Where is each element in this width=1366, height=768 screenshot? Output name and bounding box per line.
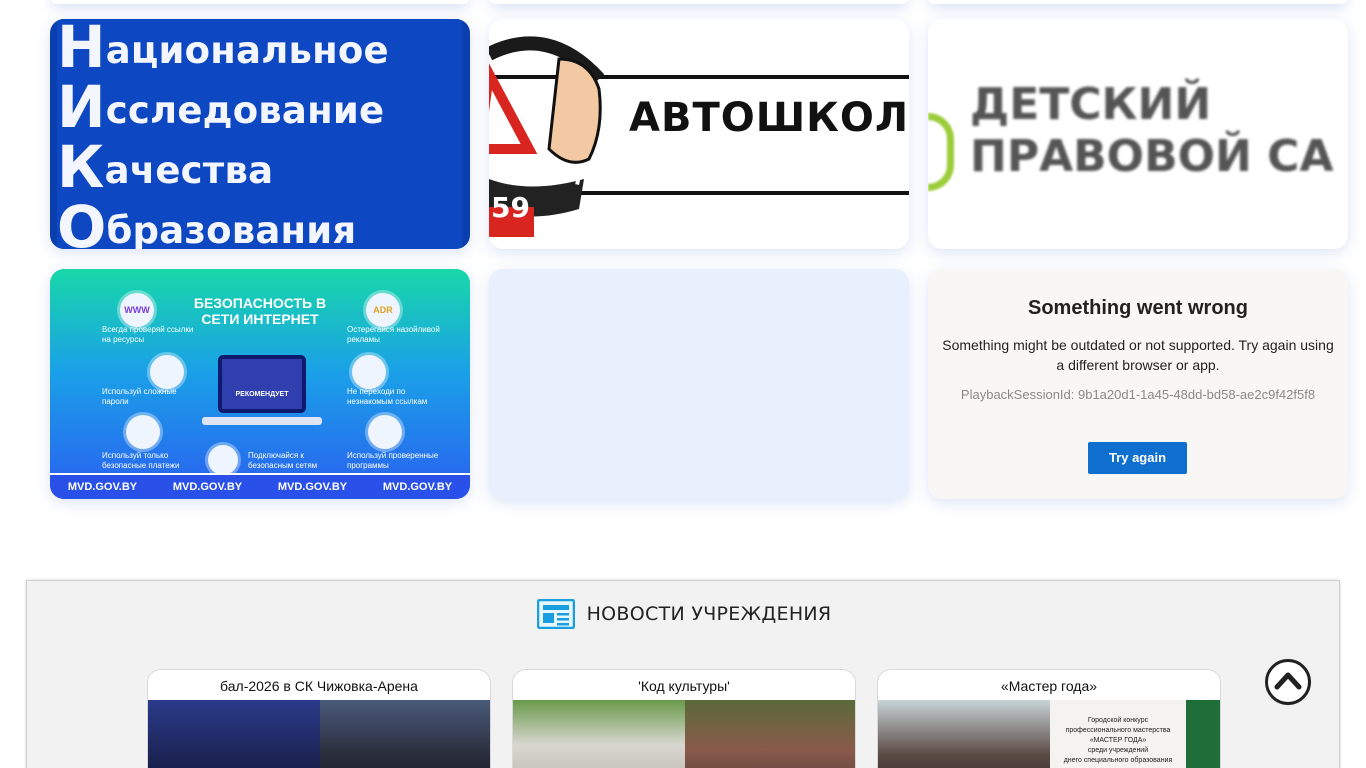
news-card[interactable]: «Мастер года» Городской конкурс професси… <box>877 669 1221 768</box>
safety-tip-links: Всегда проверяй ссылки на ресурсы <box>102 325 194 344</box>
safety-tip-unknown-links: Не переходи по незнакомым ссылкам <box>347 387 428 406</box>
autoschool-banner-link[interactable]: УЛЁМ 59 АВТОШКОЛ <box>489 19 909 249</box>
news-photo-group <box>320 700 490 768</box>
news-card[interactable]: 'Код культуры' <box>512 669 856 768</box>
error-message: Something might be outdated or not suppo… <box>942 337 1334 373</box>
niko-line-2: Исследование <box>57 73 385 141</box>
news-photo-poster: Городской конкурс профессионального маст… <box>1050 700 1186 768</box>
card-top-right <box>928 0 1348 4</box>
news-card-caption: 'Код культуры' <box>513 670 855 700</box>
password-icon <box>150 355 184 389</box>
niko-banner-image: Национальное Исследование Качества Образ… <box>57 19 462 249</box>
safety-tip-programs: Используй проверенные программы <box>347 451 439 470</box>
news-card-caption: бал-2026 в СК Чижовка-Арена <box>148 670 490 700</box>
niko-banner-link[interactable]: Национальное Исследование Качества Образ… <box>50 19 470 249</box>
video-error-panel: Something went wrong Something might be … <box>928 269 1348 499</box>
news-photo-culture-1 <box>513 700 685 768</box>
safety-badge: РЕКОМЕНДУЕТ <box>235 391 289 398</box>
playback-session-id: PlaybackSessionId: 9b1a20d1-1a45-48dd-bd… <box>960 387 1316 402</box>
card-top-center <box>489 0 909 4</box>
news-photo-flag <box>1186 700 1220 768</box>
news-card-caption: «Мастер года» <box>878 670 1220 700</box>
leaf-logo-icon <box>928 113 954 191</box>
kids-law-text: ДЕТСКИЙ ПРАВОВОЙ СА <box>970 79 1334 182</box>
autoschool-word: АВТОШКОЛ <box>629 95 909 141</box>
niko-line-4: Образования <box>57 193 357 249</box>
empty-banner-placeholder <box>489 269 909 499</box>
laptop-icon <box>218 355 306 413</box>
news-title: НОВОСТИ УЧРЕЖДЕНИЯ <box>586 603 832 625</box>
safety-title: БЕЗОПАСНОСТЬ В СЕТИ ИНТЕРНЕТ <box>193 295 327 327</box>
try-again-button[interactable]: Try again <box>1088 442 1187 474</box>
safety-tip-passwords: Используй сложные пароли <box>102 387 177 406</box>
autoschool-number: 59 <box>491 191 530 224</box>
kids-law-banner-link[interactable]: ДЕТСКИЙ ПРАВОВОЙ СА <box>928 19 1348 249</box>
chevron-up-icon <box>1274 672 1302 690</box>
ad-icon: ADR <box>366 293 400 327</box>
niko-line-1: Национальное <box>57 19 389 81</box>
safety-tip-networks: Подключайся к безопасным сетям <box>248 451 318 470</box>
news-photo-arena <box>148 700 320 768</box>
card-top-left <box>50 0 470 4</box>
error-title: Something went wrong <box>1028 297 1248 319</box>
news-section: НОВОСТИ УЧРЕЖДЕНИЯ бал-2026 в СК Чижовка… <box>26 580 1340 768</box>
safety-tip-ads: Остерегайся назойливой рекламы <box>347 325 440 344</box>
program-icon <box>368 415 402 449</box>
laptop-base <box>202 417 322 425</box>
internet-safety-banner-link[interactable]: БЕЗОПАСНОСТЬ В СЕТИ ИНТЕРНЕТ WWW Всегда … <box>50 269 470 499</box>
newspaper-icon <box>536 599 575 629</box>
wifi-icon <box>208 445 238 475</box>
niko-line-3: Качества <box>57 133 274 201</box>
safety-tip-payments: Используй только безопасные платежи <box>102 451 180 470</box>
news-photo-master <box>878 700 1050 768</box>
news-header: НОВОСТИ УЧРЕЖДЕНИЯ <box>27 599 1341 629</box>
www-icon: WWW <box>120 293 154 327</box>
card-icon <box>126 415 160 449</box>
scroll-to-top-button[interactable] <box>1265 659 1311 705</box>
safety-footer: MVD.GOV.BY MVD.GOV.BY MVD.GOV.BY MVD.GOV… <box>50 473 470 499</box>
news-card[interactable]: бал-2026 в СК Чижовка-Арена <box>147 669 491 768</box>
news-photo-culture-2 <box>685 700 855 768</box>
link-icon <box>352 355 386 389</box>
